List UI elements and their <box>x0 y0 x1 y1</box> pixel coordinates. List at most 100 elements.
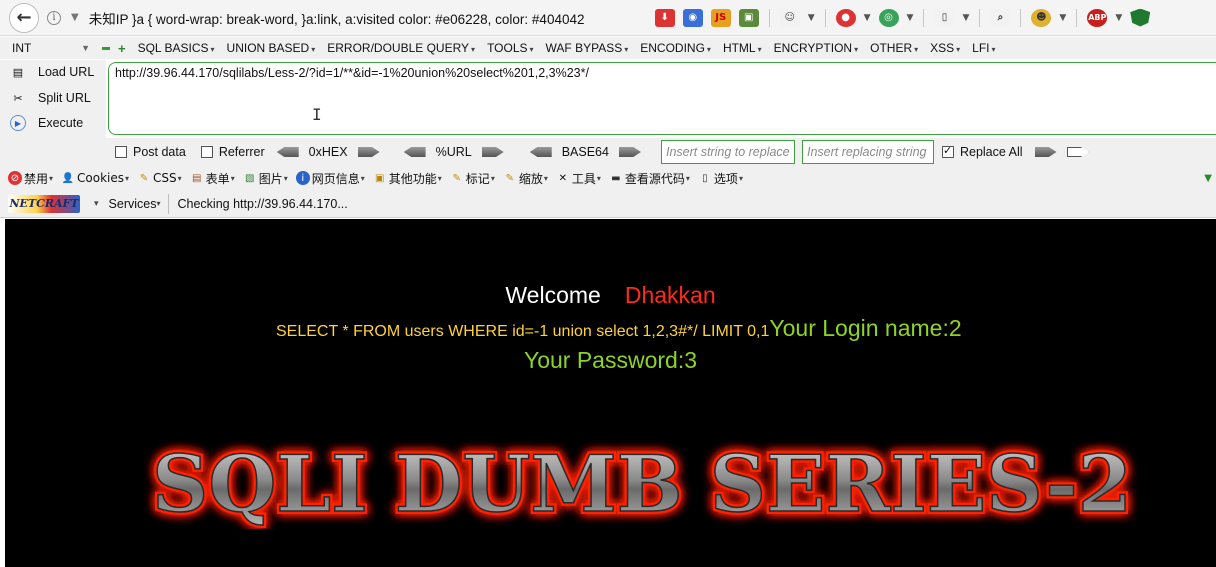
options-icon: ▯ <box>702 172 708 184</box>
replace-all-checkbox[interactable]: Replace All <box>941 144 1023 159</box>
base64-encoder: BASE64 <box>529 145 641 159</box>
minus-icon[interactable] <box>102 46 110 50</box>
options-menu[interactable]: ▯ 选项 <box>698 170 743 187</box>
menu-other[interactable]: OTHER <box>870 41 918 55</box>
menu-html[interactable]: HTML <box>723 41 762 55</box>
load-url-icon: ▤ <box>12 66 24 79</box>
toolbar-divider <box>923 8 925 27</box>
chevron-down-icon[interactable]: ▼ <box>864 13 871 23</box>
adblock-icon[interactable]: ABP <box>1087 8 1108 27</box>
css-icon[interactable]: JS <box>710 8 731 27</box>
forms-menu[interactable]: ▤ 表单 <box>190 170 235 187</box>
menu-lfi[interactable]: LFI <box>972 41 995 55</box>
info-icon: i <box>295 171 310 185</box>
resize-menu-label: 缩放 <box>518 171 543 186</box>
chevron-down-icon[interactable]: ▾ <box>94 198 99 209</box>
netcraft-status: Checking http://39.96.44.170... <box>177 196 348 211</box>
palette-icon[interactable]: ☺ <box>779 8 800 27</box>
login-name-text: Your Login name:2 <box>769 315 962 341</box>
cookies-menu-label: Cookies <box>77 171 125 185</box>
chrome-icon[interactable]: ◎ <box>878 8 899 27</box>
menu-sql-basics[interactable]: SQL BASICS <box>138 41 215 55</box>
misc-menu-label: 其他功能 <box>388 171 437 186</box>
page-info-menu[interactable]: i 网页信息 <box>295 170 365 187</box>
menu-encryption[interactable]: ENCRYPTION <box>774 41 858 55</box>
hackbar-options: Post data Referrer 0xHEX %URL BASE64 Ins… <box>0 138 1216 166</box>
outline-menu-label: 标记 <box>465 171 490 186</box>
hackbar-type-select[interactable]: INT ▼ <box>8 39 94 57</box>
address-bar-input[interactable]: 未知IP }a { word-wrap: break-word, }a:link… <box>89 8 649 28</box>
url-textarea[interactable]: http://39.96.44.170/sqlilabs/Less-2/?id=… <box>108 62 1216 135</box>
netcraft-logo[interactable]: NETCRAFT <box>8 194 80 213</box>
shield-icon[interactable] <box>1130 8 1151 27</box>
checkbox-icon <box>200 146 213 158</box>
arrow-left-icon[interactable] <box>529 147 552 157</box>
load-url-button[interactable]: ▤ Load URL <box>10 64 95 80</box>
chevron-down-icon[interactable]: ▼ <box>907 13 914 23</box>
referrer-checkbox[interactable]: Referrer <box>200 145 265 159</box>
zoom-icon[interactable]: ⌕ <box>990 8 1011 27</box>
css-menu[interactable]: ✎ CSS <box>137 171 182 185</box>
images-menu-label: 图片 <box>258 171 283 186</box>
options-menu-label: 选项 <box>713 171 738 186</box>
toolbar-divider <box>1020 8 1022 27</box>
arrow-right-icon[interactable] <box>1034 147 1057 157</box>
netcraft-toolbar: NETCRAFT ▾ Services ▾ Checking http://39… <box>0 190 1216 218</box>
chevron-down-icon[interactable]: ▼ <box>1059 13 1066 23</box>
url-enc-label: %URL <box>435 145 472 159</box>
outline-menu[interactable]: ✎ 标记 <box>450 170 495 187</box>
disable-icon: ⊘ <box>8 171 22 185</box>
menu-error-double-query[interactable]: ERROR/DOUBLE QUERY <box>327 41 475 55</box>
hex-label: 0xHEX <box>308 145 348 159</box>
replace-string-input[interactable]: Insert string to replace <box>660 140 795 164</box>
base64-label: BASE64 <box>561 145 609 159</box>
split-url-button[interactable]: ✂ Split URL <box>10 90 90 106</box>
toolbar-divider <box>979 8 981 27</box>
execute-button[interactable]: ▶ Execute <box>10 115 83 131</box>
chevron-down-icon[interactable]: ▼ <box>808 13 815 23</box>
arrow-left-icon[interactable] <box>276 147 299 157</box>
globe-icon[interactable]: ◉ <box>682 8 703 27</box>
post-data-checkbox[interactable]: Post data <box>115 145 186 159</box>
toolbar-divider <box>768 8 770 27</box>
chevron-down-icon[interactable]: ▼ <box>1115 13 1122 23</box>
misc-menu[interactable]: ▣ 其他功能 <box>373 170 442 187</box>
info-icon[interactable]: i <box>47 10 61 25</box>
text-cursor-icon: I <box>312 105 322 124</box>
disable-menu[interactable]: ⊘ 禁用 <box>8 170 53 187</box>
plus-icon[interactable]: + <box>118 41 126 56</box>
image-icon: ▧ <box>244 172 255 184</box>
arrow-right-icon[interactable] <box>618 147 641 157</box>
arrow-right-icon[interactable] <box>481 147 504 157</box>
sqli-banner: SQLI DUMB SERIES-2 SQLI DUMB SERIES-2 <box>149 439 1135 529</box>
chevron-down-icon[interactable]: ▼ <box>71 12 79 23</box>
menu-xss[interactable]: XSS <box>930 41 960 55</box>
user-icon: 👤 <box>61 172 75 184</box>
chevron-down-icon: ▾ <box>156 199 161 208</box>
fire-icon[interactable]: ● <box>835 8 856 27</box>
back-icon[interactable]: ← <box>9 2 39 33</box>
arrow-left-icon[interactable] <box>403 147 426 157</box>
tab-icon[interactable]: ▯ <box>934 8 955 27</box>
disable-menu-label: 禁用 <box>24 171 49 186</box>
resize-menu[interactable]: ✎ 缩放 <box>503 170 548 187</box>
arrow-right-icon[interactable] <box>357 147 380 157</box>
chevron-down-icon[interactable]: ▼ <box>962 13 969 23</box>
tab-icon[interactable]: ▣ <box>738 8 759 27</box>
web-developer-toolbar: ⊘ 禁用 👤 Cookies ✎ CSS ▤ 表单 ▧ 图片 i 网页信息 ▣ … <box>0 166 1216 190</box>
emoji-icon[interactable]: ☻ <box>1031 8 1052 27</box>
expand-icon[interactable]: ▼ <box>1204 173 1212 184</box>
menu-tools[interactable]: TOOLS <box>487 41 533 55</box>
view-source-menu[interactable]: ▬ 查看源代码 <box>609 170 690 187</box>
arrow-right-icon[interactable] <box>1066 147 1089 157</box>
menu-encoding[interactable]: ENCODING <box>640 41 711 55</box>
images-menu[interactable]: ▧ 图片 <box>243 170 288 187</box>
replacing-string-input[interactable]: Insert replacing string <box>801 140 934 164</box>
tools-menu[interactable]: ✕ 工具 <box>556 170 601 187</box>
wrench-icon: ✕ <box>558 172 568 184</box>
menu-union-based[interactable]: UNION BASED <box>227 41 316 55</box>
download-icon[interactable]: ⬇ <box>654 8 675 27</box>
cookies-menu[interactable]: 👤 Cookies <box>61 171 129 185</box>
menu-waf-bypass[interactable]: WAF BYPASS <box>546 41 629 55</box>
services-menu[interactable]: Services <box>109 197 157 211</box>
